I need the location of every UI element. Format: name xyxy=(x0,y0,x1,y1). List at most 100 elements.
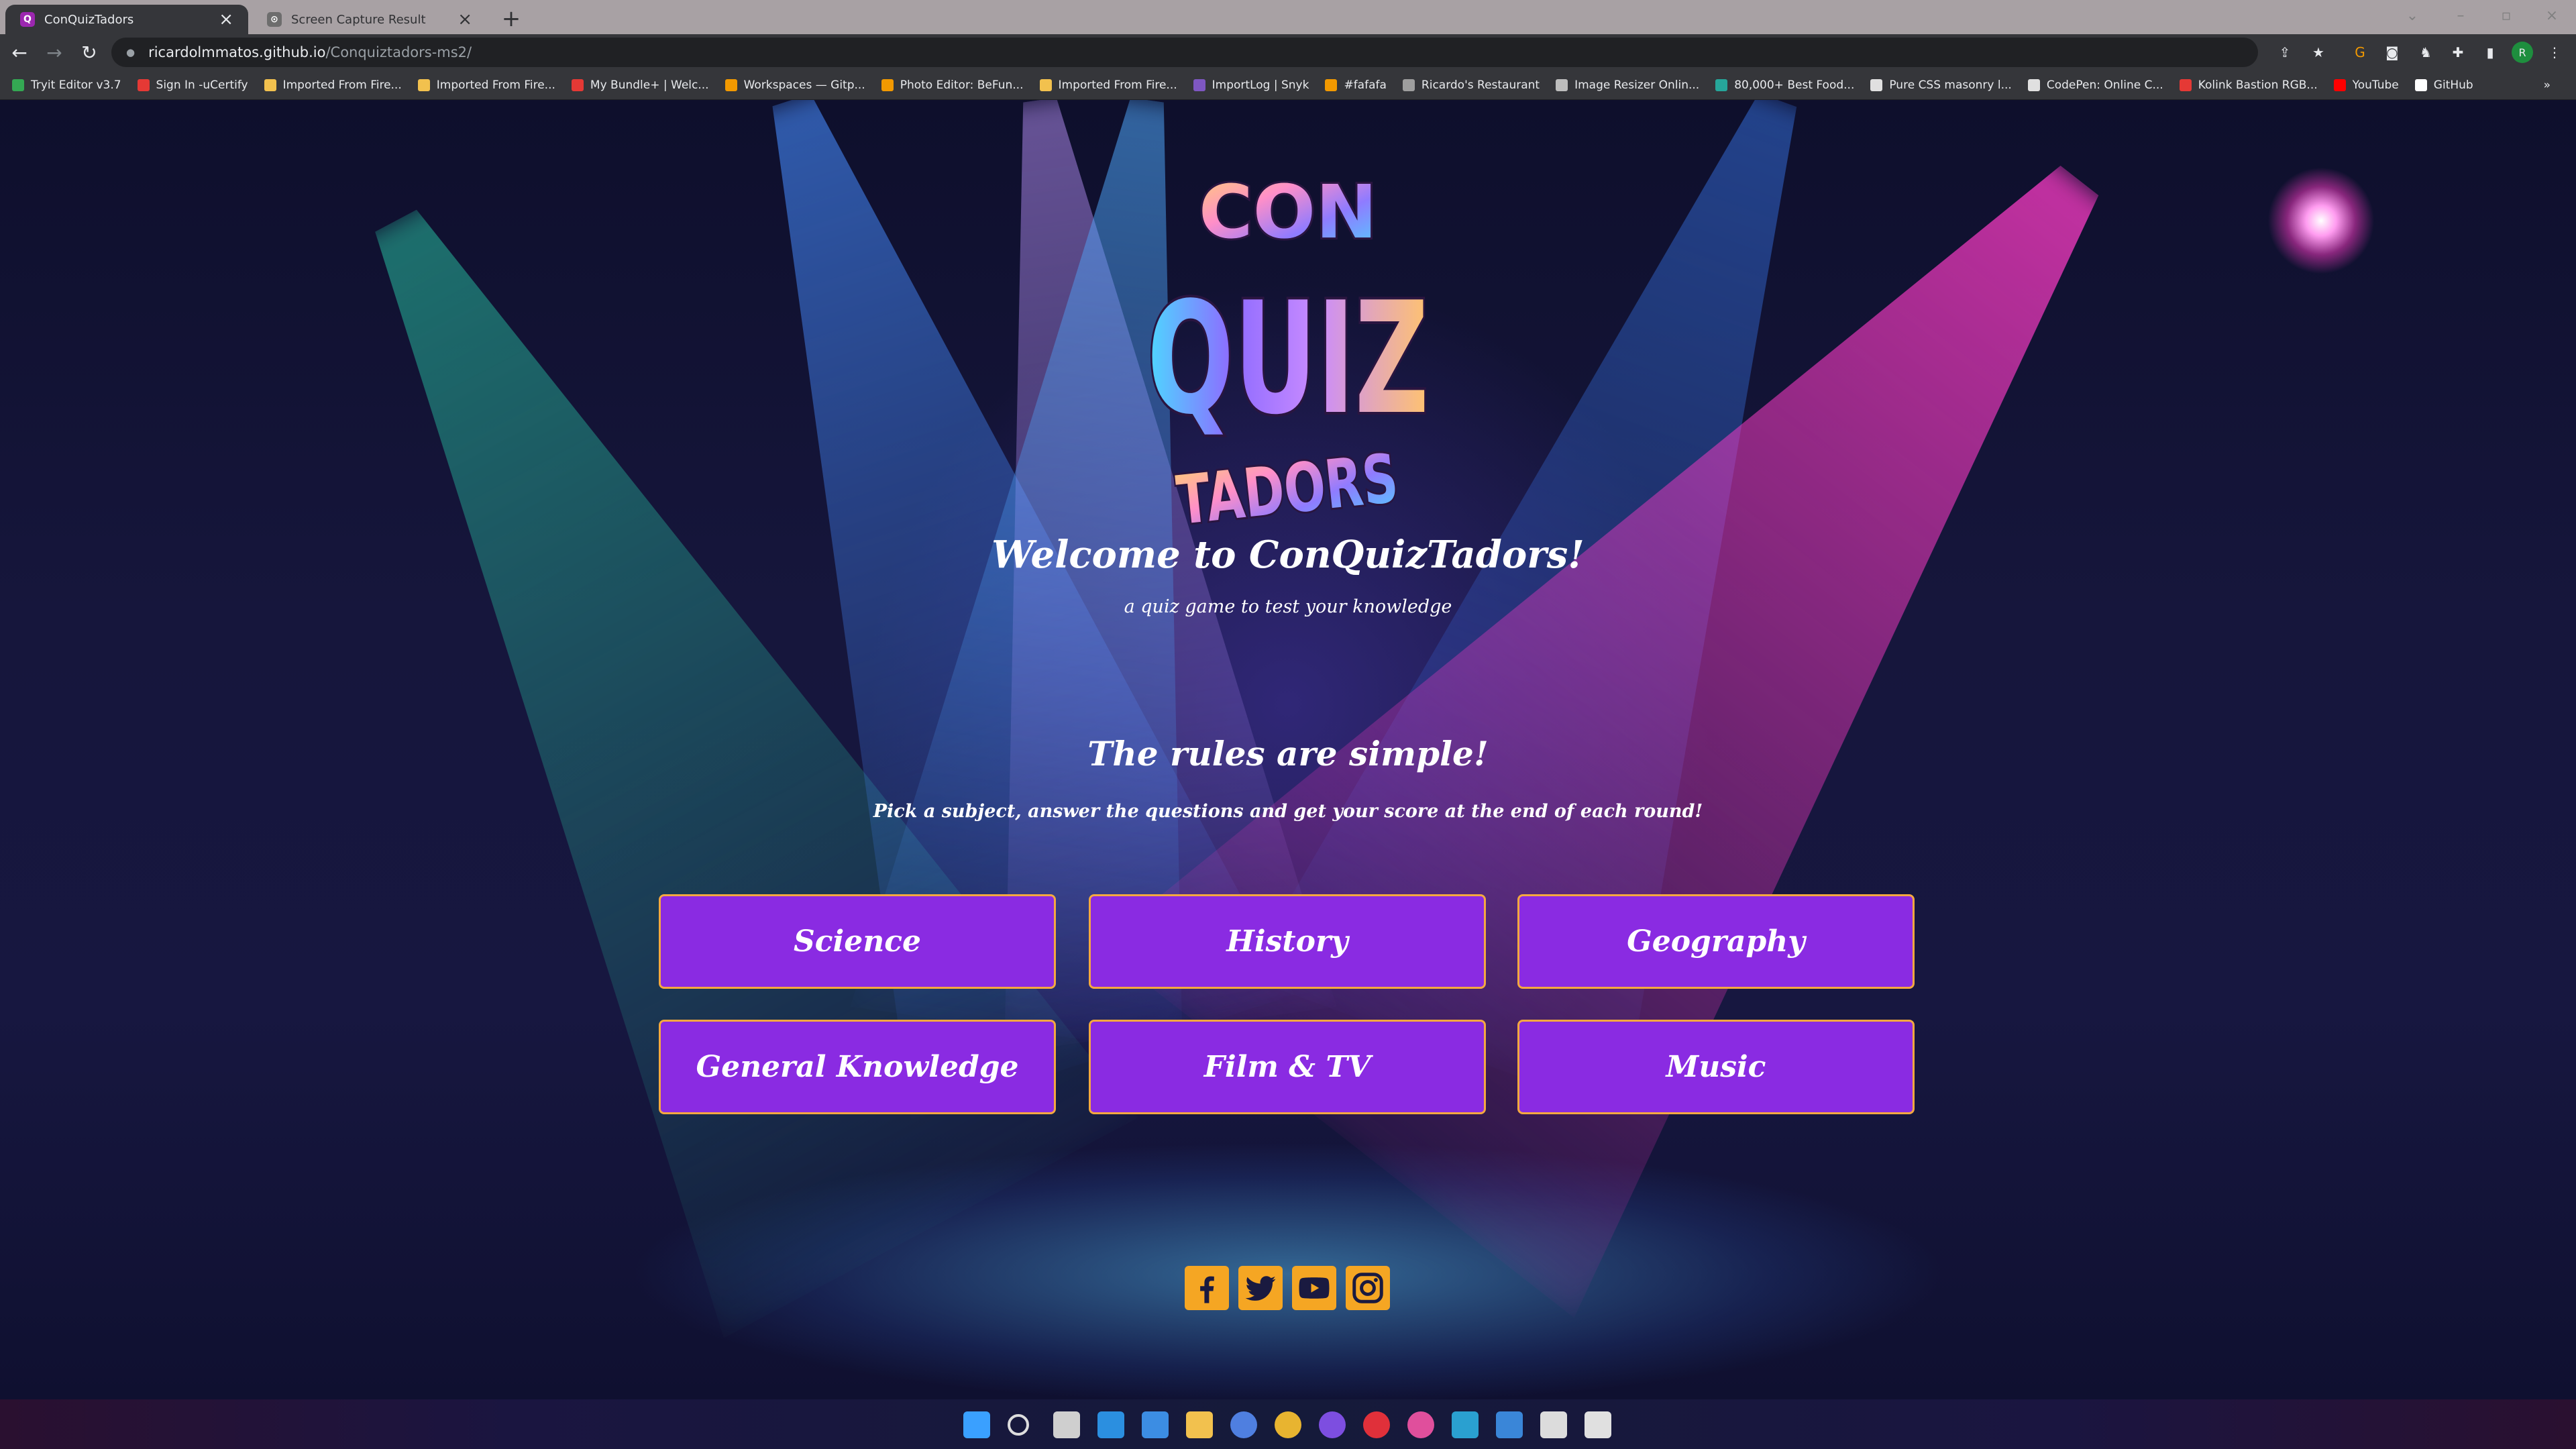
bookmark-favicon-icon xyxy=(1715,78,1728,91)
facebook-icon[interactable] xyxy=(1185,1266,1229,1310)
start-windows-icon[interactable] xyxy=(963,1411,990,1438)
bookmark-favicon-icon xyxy=(1556,78,1568,91)
bookmark-label: Tryit Editor v3.7 xyxy=(31,78,121,92)
bookmark-favicon-icon xyxy=(2027,78,2040,91)
bookmark-label: Kolink Bastion RGB... xyxy=(2198,78,2318,92)
bookmark-item[interactable]: Pure CSS masonry l... xyxy=(1870,78,2012,92)
bookmark-item[interactable]: CodePen: Online C... xyxy=(2027,78,2163,92)
browser-toolbar: ← → ↻ ● ricardolmmatos.github.io/Conquiz… xyxy=(0,34,2576,70)
bookmark-favicon-icon xyxy=(1870,78,1883,91)
window-close-icon[interactable]: × xyxy=(2533,3,2571,30)
bookmark-item[interactable]: ImportLog | Snyk xyxy=(1193,78,1309,92)
bookmark-label: CodePen: Online C... xyxy=(2046,78,2163,92)
bookmarks-overflow-icon[interactable]: » xyxy=(2544,78,2551,92)
app-icon[interactable] xyxy=(1540,1411,1567,1438)
bookmark-favicon-icon xyxy=(1039,78,1052,91)
url-path: /Conquiztadors-ms2/ xyxy=(325,44,472,60)
chrome-icon[interactable] xyxy=(1275,1411,1301,1438)
bookmark-label: Image Resizer Onlin... xyxy=(1574,78,1700,92)
bookmark-label: My Bundle+ | Welc... xyxy=(590,78,709,92)
subject-grid: Science History Geography General Knowle… xyxy=(659,894,1917,1122)
menu-kebab-icon[interactable]: ⋮ xyxy=(2544,42,2565,63)
tab-conquiztadors[interactable]: Q ConQuizTadors × xyxy=(5,5,248,34)
address-bar[interactable]: ● ricardolmmatos.github.io/Conquiztadors… xyxy=(111,38,2258,67)
logo-text-con: CON xyxy=(1199,169,1377,255)
subject-button-music[interactable]: Music xyxy=(1517,1020,1915,1114)
bookmark-item[interactable]: Photo Editor: BeFun... xyxy=(881,78,1024,92)
app-icon[interactable] xyxy=(1496,1411,1523,1438)
subject-button-film-tv[interactable]: Film & TV xyxy=(1089,1020,1486,1114)
bookmark-label: ImportLog | Snyk xyxy=(1212,78,1309,92)
page-subtitle: a quiz game to test your knowledge xyxy=(1124,596,1452,617)
subject-button-science[interactable]: Science xyxy=(659,894,1056,989)
profile-avatar[interactable]: R xyxy=(2512,42,2533,63)
bookmark-item[interactable]: Imported From Fire... xyxy=(417,78,555,92)
bookmark-item[interactable]: Tryit Editor v3.7 xyxy=(12,78,121,92)
task-view-icon[interactable] xyxy=(1053,1411,1080,1438)
subject-button-general-knowledge[interactable]: General Knowledge xyxy=(659,1020,1056,1114)
rules-title: The rules are simple! xyxy=(1087,734,1489,773)
app-icon[interactable] xyxy=(1319,1411,1346,1438)
bookmark-item[interactable]: Ricardo's Restaurant xyxy=(1402,78,1540,92)
quiz-page: CON QUIZ TADORS Welcome to ConQuizTadors… xyxy=(0,100,2576,1399)
app-icon[interactable] xyxy=(1452,1411,1479,1438)
bookmark-label: Pure CSS masonry l... xyxy=(1889,78,2012,92)
camera-extension-icon[interactable]: ◙ xyxy=(2381,42,2403,63)
bookmark-item[interactable]: Workspaces — Gitp... xyxy=(724,78,865,92)
bookmark-favicon-icon xyxy=(571,78,584,91)
firefox-icon[interactable] xyxy=(1230,1411,1257,1438)
bookmark-item[interactable]: 80,000+ Best Food... xyxy=(1715,78,1854,92)
minimize-icon[interactable]: – xyxy=(2442,3,2479,30)
twitter-icon[interactable] xyxy=(1238,1266,1283,1310)
bookmark-item[interactable]: Image Resizer Onlin... xyxy=(1556,78,1699,92)
youtube-icon[interactable] xyxy=(1292,1266,1336,1310)
close-icon[interactable]: × xyxy=(458,11,472,28)
file-explorer-icon[interactable] xyxy=(1186,1411,1213,1438)
quiz-favicon-icon: Q xyxy=(20,12,35,27)
tab-search-chevron-icon[interactable]: ⌄ xyxy=(2394,3,2431,30)
slack-icon[interactable] xyxy=(1407,1411,1434,1438)
bookmark-item[interactable]: Sign In -uCertify xyxy=(137,78,248,92)
spotlight-source xyxy=(2267,167,2375,274)
bookmark-favicon-icon xyxy=(881,78,894,91)
bookmark-label: #fafafa xyxy=(1344,78,1387,92)
bookmark-label: Imported From Fire... xyxy=(282,78,402,92)
tab-screen-capture[interactable]: ⊙ Screen Capture Result × xyxy=(252,5,487,34)
bookmark-favicon-icon xyxy=(2179,78,2192,91)
snipping-tool-icon[interactable] xyxy=(1585,1411,1611,1438)
bookmark-label: Imported From Fire... xyxy=(1058,78,1177,92)
puzzle-extensions-icon[interactable]: ✚ xyxy=(2447,42,2469,63)
instagram-icon[interactable] xyxy=(1346,1266,1390,1310)
bookmark-item[interactable]: GitHub xyxy=(2414,78,2473,92)
tab-title: Screen Capture Result xyxy=(291,12,426,27)
conquiztadors-logo: CON QUIZ TADORS xyxy=(1134,147,1442,570)
side-panel-icon[interactable]: ▮ xyxy=(2479,42,2501,63)
extension-icon[interactable]: ♞ xyxy=(2415,42,2436,63)
taskbar xyxy=(0,1399,2576,1449)
reload-icon[interactable]: ↻ xyxy=(74,37,105,68)
opera-icon[interactable] xyxy=(1363,1411,1390,1438)
new-tab-button[interactable]: + xyxy=(498,5,525,32)
close-icon[interactable]: × xyxy=(219,11,233,28)
bookmark-item[interactable]: My Bundle+ | Welc... xyxy=(571,78,709,92)
bookmark-item[interactable]: #fafafa xyxy=(1325,78,1387,92)
bookmark-item[interactable]: YouTube xyxy=(2333,78,2399,92)
bookmark-star-icon[interactable]: ★ xyxy=(2308,42,2329,63)
subject-button-history[interactable]: History xyxy=(1089,894,1486,989)
rules-description: Pick a subject, answer the questions and… xyxy=(873,801,1703,822)
search-icon[interactable] xyxy=(1008,1414,1029,1436)
grammarly-extension-icon[interactable]: G xyxy=(2349,42,2371,63)
lock-icon: ● xyxy=(126,46,136,58)
forward-icon[interactable]: → xyxy=(39,37,70,68)
share-icon[interactable]: ⇪ xyxy=(2274,42,2296,63)
bookmark-favicon-icon xyxy=(1325,78,1338,91)
bookmark-label: Ricardo's Restaurant xyxy=(1421,78,1540,92)
subject-button-geography[interactable]: Geography xyxy=(1517,894,1915,989)
mail-icon[interactable] xyxy=(1142,1411,1169,1438)
bookmark-item[interactable]: Imported From Fire... xyxy=(264,78,402,92)
bookmark-item[interactable]: Imported From Fire... xyxy=(1039,78,1177,92)
vscode-icon[interactable] xyxy=(1097,1411,1124,1438)
bookmark-item[interactable]: Kolink Bastion RGB... xyxy=(2179,78,2318,92)
back-icon[interactable]: ← xyxy=(4,37,35,68)
maximize-icon[interactable]: ▫ xyxy=(2487,3,2525,30)
